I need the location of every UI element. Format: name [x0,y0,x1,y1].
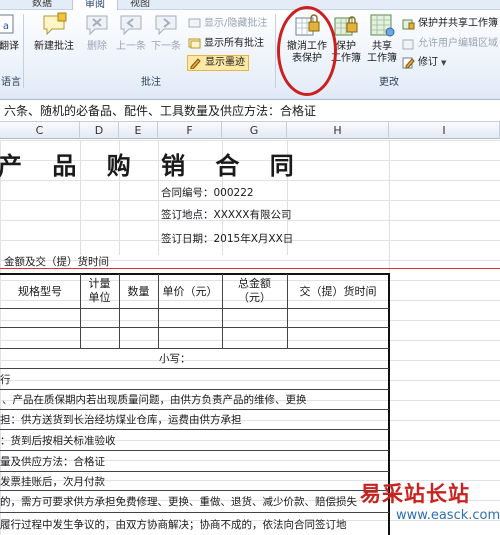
red-underline [0,268,500,269]
track-changes-icon [402,57,415,69]
new-comment-button[interactable]: 新建批注 [28,12,80,74]
group-language-label: 语言 [1,77,21,88]
table-line [0,471,389,472]
show-all-comments-button[interactable]: 显示所有批注 [188,36,264,52]
header-unit-price: 单价（元） [162,285,218,298]
watermark-url: www.easck.com [396,508,500,523]
column-header-f[interactable]: F [158,122,222,139]
translate-letter: a [3,21,9,32]
unprotect-highlight-circle [277,6,337,96]
header-unit: 计量 单位 [88,277,111,304]
tab-data[interactable]: 数据 [22,0,62,10]
comment-toggle-icon [188,18,201,30]
prev-comment-icon [117,12,145,38]
table-line [0,512,389,513]
show-ink-label: 显示墨迹 [205,57,245,68]
share-workbook-label: 共享 工作簿 [367,41,397,64]
show-hide-comment-label: 显示/隐藏批注 [204,18,268,29]
column-header-h[interactable]: H [287,122,389,139]
contract-title: 产 品 购 销 合 同 [0,151,305,180]
column-header-g[interactable]: G [222,122,287,139]
show-all-comments-label: 显示所有批注 [204,38,264,49]
protect-share-button[interactable]: 保护并共享工作簿 [402,16,498,32]
table-line [0,368,389,369]
chevron-down-icon: ▼ [441,59,447,67]
track-changes-button[interactable]: 修订 ▼ [402,55,446,71]
share-workbook-icon [368,12,396,38]
table-line [0,429,389,430]
next-comment-label: 下一条 [151,41,181,52]
clause-row: 的，需方可要求供方承担免费修理、更换、重做、退货、减少价款、赔偿损失 [0,496,357,508]
table-line [0,327,389,328]
next-comment-icon [152,12,180,38]
show-hide-comment-button[interactable]: 显示/隐藏批注 [188,16,267,32]
header-total-amount: 总金额 （元） [238,277,271,304]
protect-share-label: 保护并共享工作簿 [418,18,498,29]
clause-row: ：货到后按相关标准验收 [0,435,116,447]
separator [275,14,276,88]
delete-comment-button[interactable]: 删除 [80,12,114,74]
sign-date: 签订日期：2015年X月XX日 [161,233,294,245]
translate-icon: a [0,12,17,38]
sign-place: 签订地点：XXXXX有限公司 [161,209,292,221]
prev-comment-button[interactable]: 上一条 [114,12,148,74]
column-header-e[interactable]: E [119,122,158,139]
tab-view[interactable]: 视图 [120,0,160,10]
formula-bar[interactable]: 六条、随机的必备品、配件、工具数量及供应方法：合格证 [0,101,500,122]
column-header-d[interactable]: D [80,122,119,139]
clause-row: 行 [0,374,11,386]
clause-row: 、产品在质保期内若出现质量问题，由供方负责产品的维修、更换 [2,394,307,406]
column-header-i[interactable]: I [389,122,500,139]
header-spec-model: 规格型号 [18,285,62,298]
clause-row: 量及供应方法：合格证 [0,456,105,468]
column-header-c[interactable]: C [0,122,80,139]
table-border-top [0,273,389,275]
share-workbook-button[interactable]: 共享 工作簿 [364,12,400,74]
new-comment-icon [40,12,68,38]
site-watermark: 易采站长站 www.easck.com [360,478,500,535]
tab-review[interactable]: 审阅 [72,0,118,10]
delete-comment-icon [83,12,111,38]
translate-button[interactable]: a 翻译 [0,12,20,74]
table-line [0,490,389,491]
table-line [0,450,389,451]
protect-workbook-icon [332,12,360,38]
contract-number: 合同编号：000222 [161,187,254,199]
clause-row: 担：供方送货到长治经坊煤业仓库，运费由供方承担 [0,414,242,426]
clause-row: 履行过程中发生争议的，由双方协商解决；协商不成的，依法向合同签订地 [0,519,347,531]
translate-label: 翻译 [0,41,19,52]
show-ink-button[interactable]: 显示墨迹 [187,55,249,71]
protect-share-icon [402,18,415,30]
table-line [0,348,389,349]
delete-comment-label: 删除 [87,41,107,52]
ink-icon [189,57,202,70]
header-delivery-time: 交（提）货时间 [299,285,377,298]
clause-row: 发票挂账后，次月付款 [0,476,105,488]
allow-edit-ranges-label: 允许用户编辑区域 [418,38,498,49]
allow-edit-ranges-icon [402,38,415,50]
track-changes-label: 修订 [418,57,438,68]
table-line [0,308,389,309]
header-quantity: 数量 [127,285,150,298]
new-comment-label: 新建批注 [34,41,74,52]
amount-lowercase: 小写： [159,353,191,365]
separator [23,14,24,88]
show-all-comments-icon [188,38,201,50]
table-line [0,409,389,410]
section-amount-delivery: 金额及交（提）货时间 [4,256,109,268]
watermark-text: 易采站长站 [360,481,470,506]
prev-comment-label: 上一条 [116,41,146,52]
next-comment-button[interactable]: 下一条 [148,12,184,74]
group-comment-label: 批注 [141,77,161,88]
table-line [0,389,389,390]
allow-edit-ranges-button[interactable]: 允许用户编辑区域 [402,36,498,52]
